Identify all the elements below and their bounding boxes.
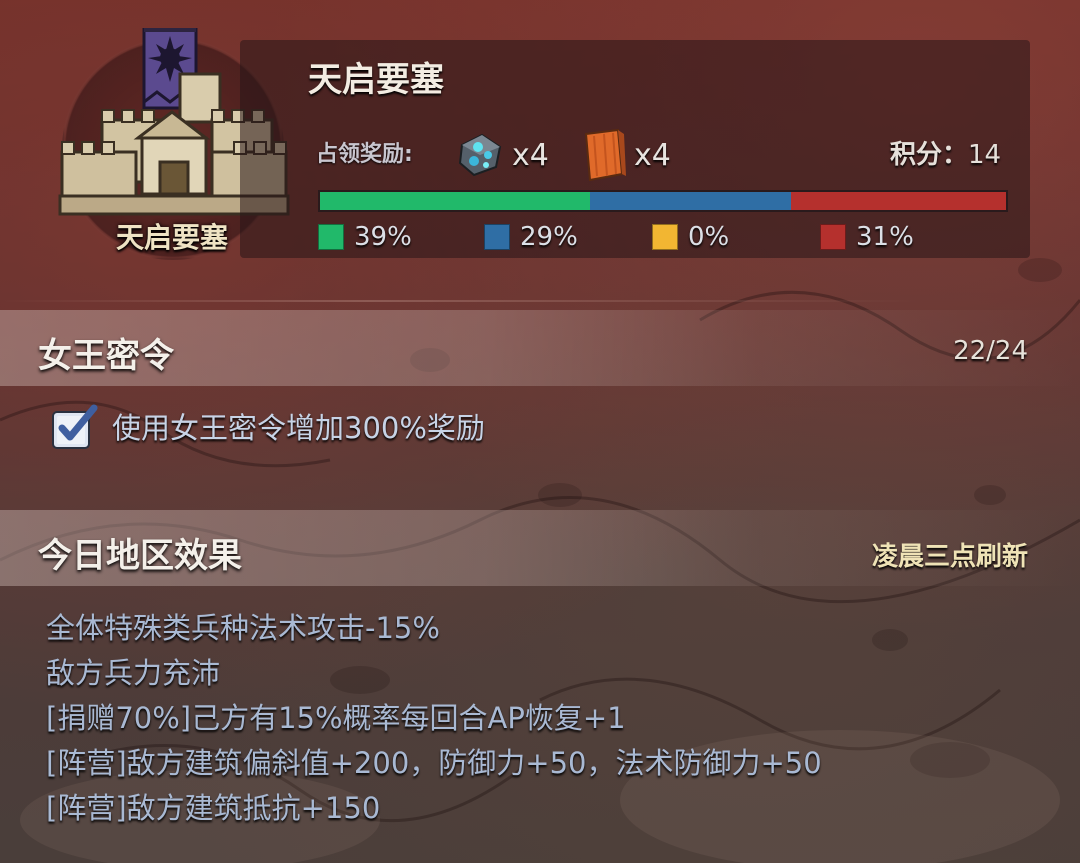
effect-item: 全体特殊类兵种法术攻击-15% — [46, 611, 440, 645]
wood-plank-icon — [584, 128, 626, 182]
legend-yellow: 0% — [652, 222, 729, 252]
occupation-reward-label: 占领奖励: — [316, 142, 413, 167]
regional-effects-list: 全体特殊类兵种法术攻击-15% 敌方兵力充沛 [捐赠70%]己方有15%概率每回… — [46, 606, 822, 831]
legend-blue: 29% — [484, 222, 578, 252]
legend-swatch — [318, 224, 344, 250]
legend-swatch — [484, 224, 510, 250]
legend-blue-percent: 29% — [520, 222, 578, 252]
reward-crystal[interactable]: x4 — [456, 130, 549, 180]
occupation-progress-bar — [318, 190, 1008, 212]
legend-red: 31% — [820, 222, 914, 252]
effect-item: [阵营]敌方建筑抵抗+150 — [46, 791, 381, 825]
queen-order-count: 22/24 — [953, 336, 1028, 366]
regional-effects-header: 今日地区效果 凌晨三点刷新 — [0, 510, 1080, 586]
effect-item: [阵营]敌方建筑偏斜值+200，防御力+50，法术防御力+50 — [46, 746, 822, 780]
legend-swatch — [652, 224, 678, 250]
occupation-bar-segment — [791, 192, 1006, 210]
occupation-bar-segment — [320, 192, 591, 210]
regional-effects-title: 今日地区效果 — [38, 536, 242, 576]
legend-green: 39% — [318, 222, 412, 252]
reward-wood-count: x4 — [634, 137, 671, 173]
queen-order-title: 女王密令 — [38, 336, 174, 376]
refresh-note: 凌晨三点刷新 — [871, 542, 1028, 572]
score-label: 积分： — [890, 140, 969, 170]
legend-yellow-percent: 0% — [688, 222, 730, 252]
legend-green-percent: 39% — [354, 222, 412, 252]
legend-swatch — [820, 224, 846, 250]
fortress-info-panel: 天启要塞 占领奖励: x4 x4 积分：14 39% 29% 0% 31% — [240, 40, 1030, 258]
effect-item: [捐赠70%]己方有15%概率每回合AP恢复+1 — [46, 701, 626, 735]
score-value: 14 — [968, 140, 1002, 170]
section-divider — [0, 300, 920, 302]
effect-item: 敌方兵力充沛 — [46, 656, 221, 690]
queen-order-checkbox-label: 使用女王密令增加300%奖励 — [112, 411, 485, 445]
reward-crystal-count: x4 — [512, 137, 549, 173]
checkbox-checked-icon[interactable] — [50, 404, 98, 449]
legend-red-percent: 31% — [856, 222, 914, 252]
occupation-bar-segment — [590, 192, 792, 210]
crystal-ore-icon — [458, 133, 502, 177]
queen-order-checkbox[interactable]: 使用女王密令增加300%奖励 — [50, 404, 485, 449]
fortress-title: 天启要塞 — [308, 60, 444, 100]
reward-wood[interactable]: x4 — [580, 128, 671, 182]
queen-order-header: 女王密令 22/24 — [0, 310, 1080, 386]
score: 积分：14 — [890, 134, 1001, 171]
